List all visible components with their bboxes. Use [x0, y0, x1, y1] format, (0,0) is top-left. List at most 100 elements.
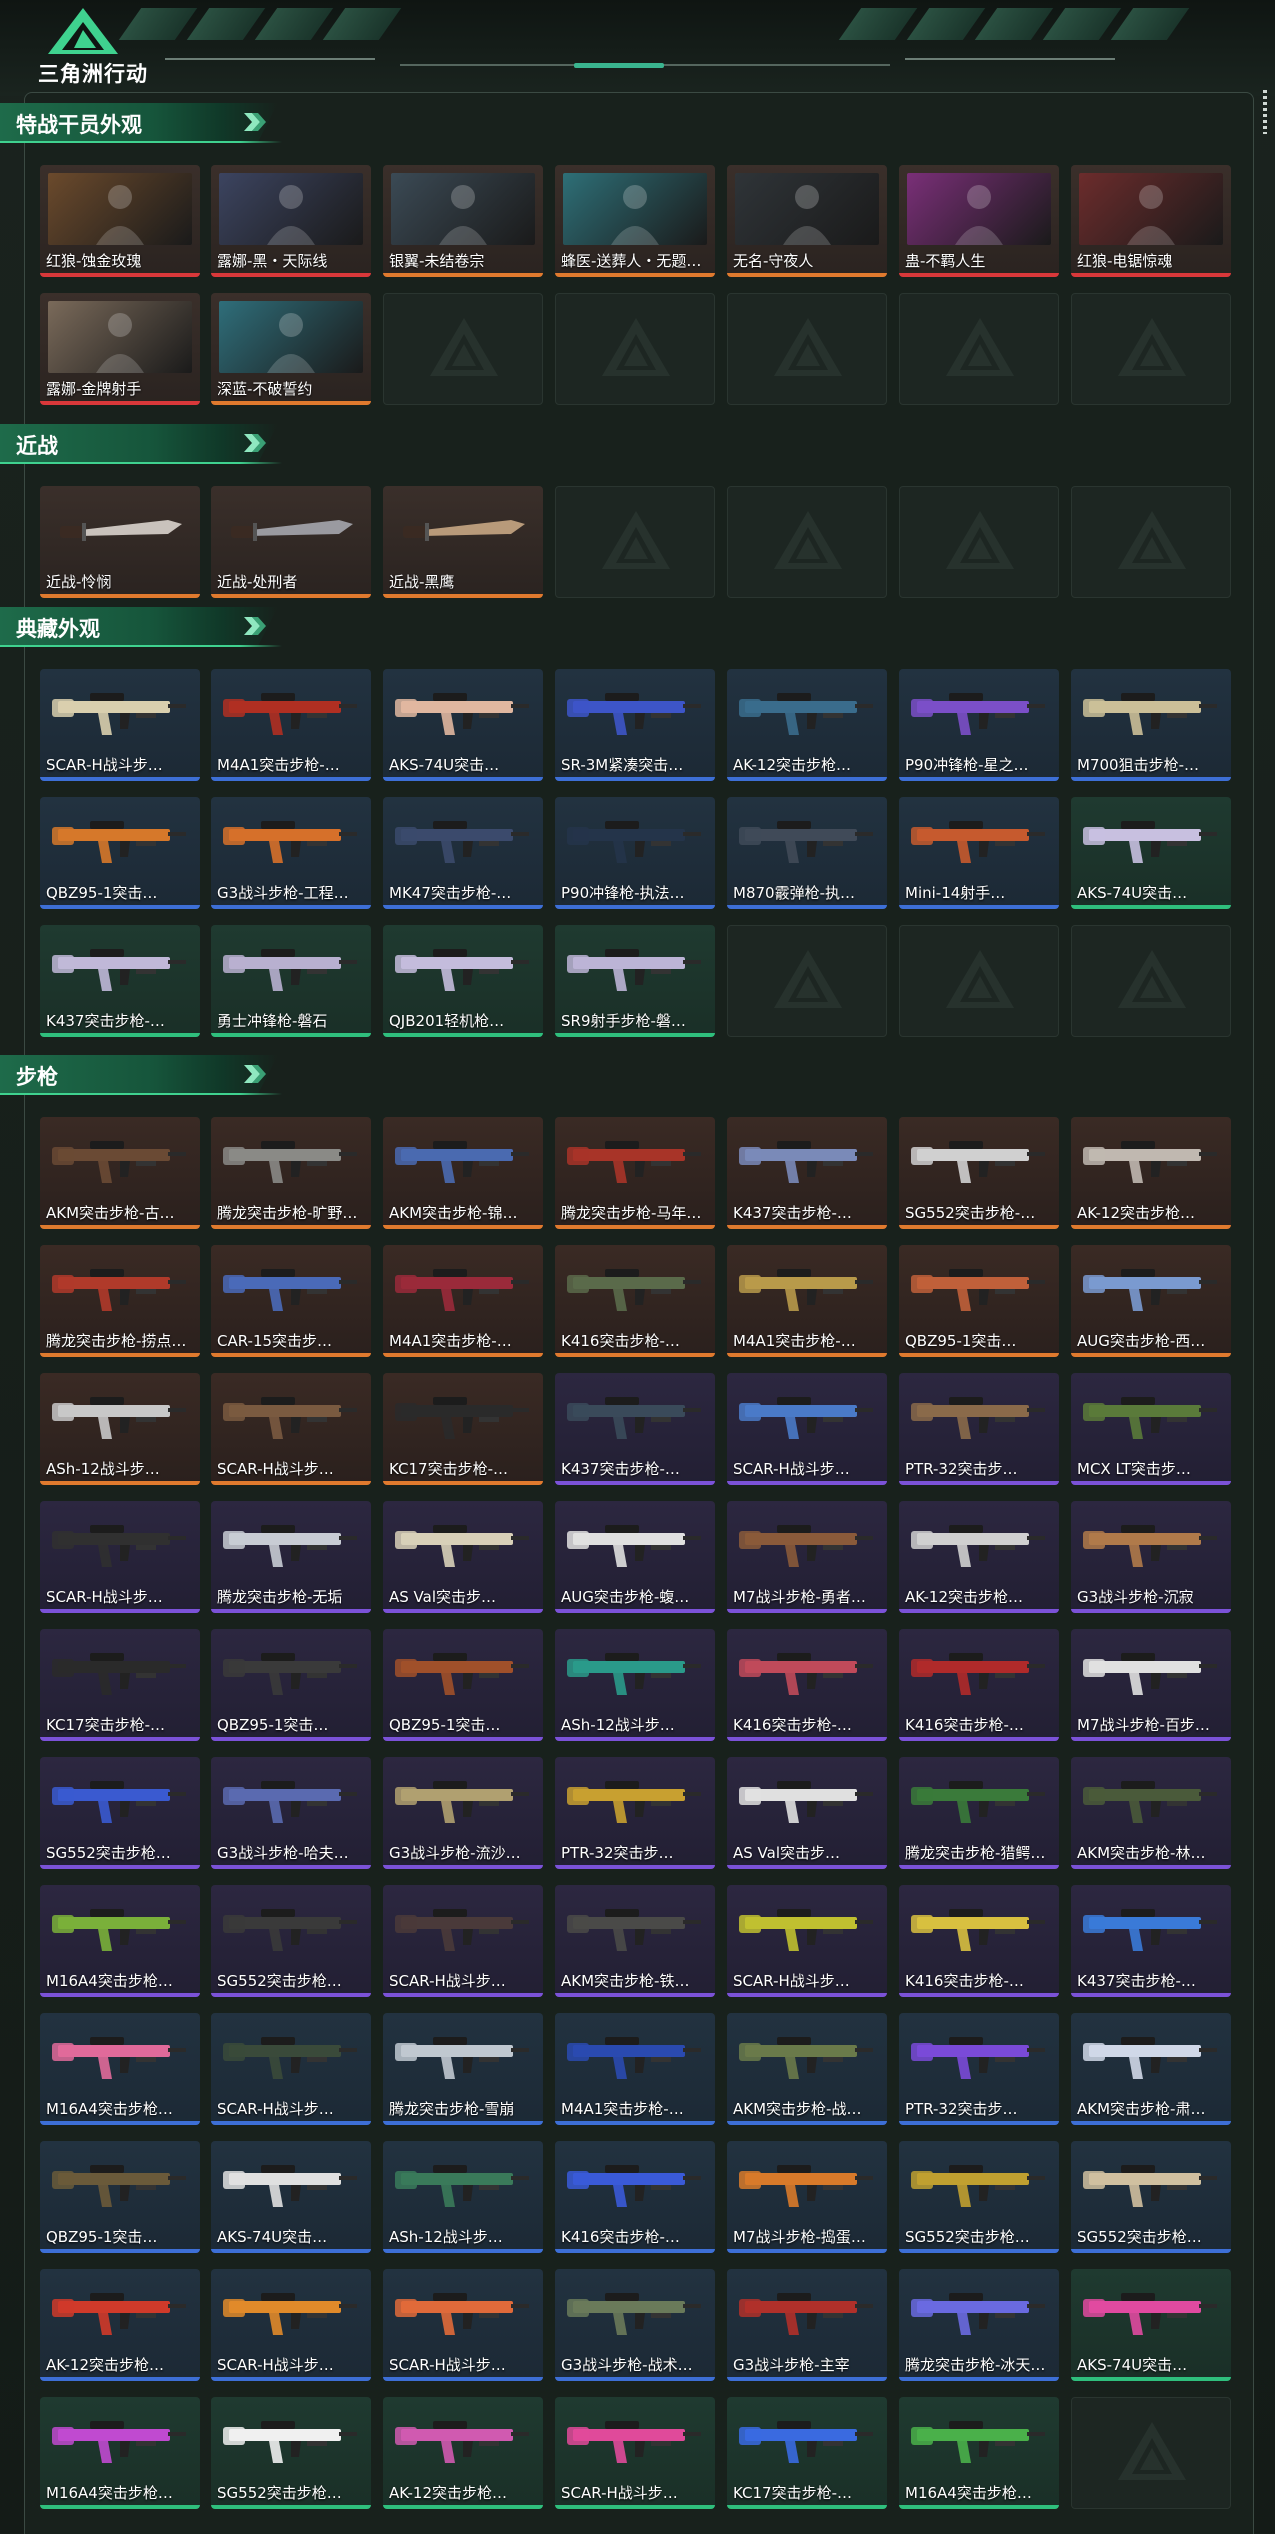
weapon-skin-card[interactable]: ASh-12战斗步…: [383, 2141, 543, 2253]
weapon-skin-card[interactable]: K437突击步枪-…: [555, 1373, 715, 1485]
weapon-skin-card[interactable]: AKS-74U突击…: [1071, 797, 1231, 909]
weapon-skin-card[interactable]: 腾龙突击步枪-雪崩: [383, 2013, 543, 2125]
weapon-skin-card[interactable]: SR-3M紧凑突击…: [555, 669, 715, 781]
weapon-skin-card[interactable]: K416突击步枪-…: [555, 2141, 715, 2253]
weapon-skin-card[interactable]: AKM突击步枪-古…: [40, 1117, 200, 1229]
weapon-skin-card[interactable]: K437突击步枪-…: [1071, 1885, 1231, 1997]
weapon-skin-card[interactable]: 腾龙突击步枪-捞点…: [40, 1245, 200, 1357]
weapon-skin-card[interactable]: 腾龙突击步枪-猎鳄…: [899, 1757, 1059, 1869]
weapon-skin-card[interactable]: K416突击步枪-…: [899, 1629, 1059, 1741]
weapon-skin-card[interactable]: ASh-12战斗步…: [555, 1629, 715, 1741]
agent-skin-card[interactable]: 红狼-电锯惊魂: [1071, 165, 1231, 277]
weapon-skin-card[interactable]: M7战斗步枪-捣蛋…: [727, 2141, 887, 2253]
weapon-skin-card[interactable]: AK-12突击步枪…: [899, 1501, 1059, 1613]
weapon-skin-card[interactable]: K416突击步枪-…: [555, 1245, 715, 1357]
weapon-skin-card[interactable]: M16A4突击步枪…: [40, 1885, 200, 1997]
weapon-skin-card[interactable]: SR9射手步枪-磐…: [555, 925, 715, 1037]
weapon-skin-card[interactable]: PTR-32突击步…: [899, 2013, 1059, 2125]
agent-skin-card[interactable]: 红狼-蚀金玫瑰: [40, 165, 200, 277]
weapon-skin-card[interactable]: SCAR-H战斗步…: [40, 669, 200, 781]
weapon-skin-card[interactable]: AKM突击步枪-铁…: [555, 1885, 715, 1997]
weapon-skin-card[interactable]: AK-12突击步枪…: [40, 2269, 200, 2381]
weapon-skin-card[interactable]: KC17突击步枪-…: [727, 2397, 887, 2509]
weapon-skin-card[interactable]: QBZ95-1突击…: [40, 797, 200, 909]
weapon-skin-card[interactable]: SG552突击步枪…: [899, 2141, 1059, 2253]
agent-skin-card[interactable]: 露娜-金牌射手: [40, 293, 200, 405]
agent-skin-card[interactable]: 蛊-不羁人生: [899, 165, 1059, 277]
weapon-skin-card[interactable]: AKM突击步枪-林…: [1071, 1757, 1231, 1869]
scrollbar-dots[interactable]: [1263, 90, 1267, 134]
weapon-skin-card[interactable]: AKM突击步枪-肃…: [1071, 2013, 1231, 2125]
weapon-skin-card[interactable]: M7战斗步枪-勇者…: [727, 1501, 887, 1613]
weapon-skin-card[interactable]: SCAR-H战斗步…: [555, 2397, 715, 2509]
weapon-skin-card[interactable]: G3战斗步枪-哈夫…: [211, 1757, 371, 1869]
weapon-skin-card[interactable]: SG552突击步枪…: [211, 2397, 371, 2509]
weapon-skin-card[interactable]: P90冲锋枪-执法…: [555, 797, 715, 909]
weapon-skin-card[interactable]: KC17突击步枪-…: [40, 1629, 200, 1741]
weapon-skin-card[interactable]: SG552突击步枪…: [1071, 2141, 1231, 2253]
weapon-skin-card[interactable]: SCAR-H战斗步…: [383, 1885, 543, 1997]
weapon-skin-card[interactable]: AK-12突击步枪…: [383, 2397, 543, 2509]
weapon-skin-card[interactable]: P90冲锋枪-星之…: [899, 669, 1059, 781]
weapon-skin-card[interactable]: SCAR-H战斗步…: [211, 2269, 371, 2381]
weapon-skin-card[interactable]: AK-12突击步枪…: [1071, 1117, 1231, 1229]
weapon-skin-card[interactable]: G3战斗步枪-战术…: [555, 2269, 715, 2381]
weapon-skin-card[interactable]: M16A4突击步枪…: [40, 2013, 200, 2125]
weapon-skin-card[interactable]: M16A4突击步枪…: [899, 2397, 1059, 2509]
weapon-skin-card[interactable]: 勇士冲锋枪-磐石: [211, 925, 371, 1037]
weapon-skin-card[interactable]: SCAR-H战斗步…: [727, 1373, 887, 1485]
weapon-skin-card[interactable]: K416突击步枪-…: [727, 1629, 887, 1741]
melee-skin-card[interactable]: 近战-黑鹰: [383, 486, 543, 598]
weapon-skin-card[interactable]: AKS-74U突击…: [211, 2141, 371, 2253]
weapon-skin-card[interactable]: SCAR-H战斗步…: [211, 1373, 371, 1485]
weapon-skin-card[interactable]: MCX LT突击步…: [1071, 1373, 1231, 1485]
weapon-skin-card[interactable]: AKS-74U突击…: [1071, 2269, 1231, 2381]
weapon-skin-card[interactable]: PTR-32突击步…: [555, 1757, 715, 1869]
weapon-skin-card[interactable]: KC17突击步枪-…: [383, 1373, 543, 1485]
weapon-skin-card[interactable]: AS Val突击步…: [727, 1757, 887, 1869]
weapon-skin-card[interactable]: M4A1突击步枪-…: [555, 2013, 715, 2125]
weapon-skin-card[interactable]: AUG突击步枪-西…: [1071, 1245, 1231, 1357]
weapon-skin-card[interactable]: K437突击步枪-…: [727, 1117, 887, 1229]
weapon-skin-card[interactable]: M4A1突击步枪-…: [727, 1245, 887, 1357]
weapon-skin-card[interactable]: QBZ95-1突击…: [40, 2141, 200, 2253]
weapon-skin-card[interactable]: K416突击步枪-…: [899, 1885, 1059, 1997]
melee-skin-card[interactable]: 近战-处刑者: [211, 486, 371, 598]
agent-skin-card[interactable]: 深蓝-不破誓约: [211, 293, 371, 405]
weapon-skin-card[interactable]: AUG突击步枪-蝮…: [555, 1501, 715, 1613]
weapon-skin-card[interactable]: AS Val突击步…: [383, 1501, 543, 1613]
weapon-skin-card[interactable]: K437突击步枪-…: [40, 925, 200, 1037]
agent-skin-card[interactable]: 银翼-未结卷宗: [383, 165, 543, 277]
weapon-skin-card[interactable]: G3战斗步枪-沉寂: [1071, 1501, 1231, 1613]
melee-skin-card[interactable]: 近战-怜悯: [40, 486, 200, 598]
weapon-skin-card[interactable]: M4A1突击步枪-…: [211, 669, 371, 781]
weapon-skin-card[interactable]: G3战斗步枪-主宰: [727, 2269, 887, 2381]
weapon-skin-card[interactable]: SCAR-H战斗步…: [40, 1501, 200, 1613]
weapon-skin-card[interactable]: QJB201轻机枪…: [383, 925, 543, 1037]
weapon-skin-card[interactable]: Mini-14射手…: [899, 797, 1059, 909]
weapon-skin-card[interactable]: M7战斗步枪-百步…: [1071, 1629, 1231, 1741]
weapon-skin-card[interactable]: CAR-15突击步…: [211, 1245, 371, 1357]
weapon-skin-card[interactable]: PTR-32突击步…: [899, 1373, 1059, 1485]
weapon-skin-card[interactable]: AKS-74U突击…: [383, 669, 543, 781]
weapon-skin-card[interactable]: AK-12突击步枪…: [727, 669, 887, 781]
weapon-skin-card[interactable]: QBZ95-1突击…: [899, 1245, 1059, 1357]
weapon-skin-card[interactable]: QBZ95-1突击…: [211, 1629, 371, 1741]
weapon-skin-card[interactable]: AKM突击步枪-战…: [727, 2013, 887, 2125]
agent-skin-card[interactable]: 露娜-黑・天际线: [211, 165, 371, 277]
weapon-skin-card[interactable]: SCAR-H战斗步…: [727, 1885, 887, 1997]
weapon-skin-card[interactable]: 腾龙突击步枪-旷野…: [211, 1117, 371, 1229]
weapon-skin-card[interactable]: ASh-12战斗步…: [40, 1373, 200, 1485]
weapon-skin-card[interactable]: SCAR-H战斗步…: [211, 2013, 371, 2125]
agent-skin-card[interactable]: 无名-守夜人: [727, 165, 887, 277]
weapon-skin-card[interactable]: QBZ95-1突击…: [383, 1629, 543, 1741]
weapon-skin-card[interactable]: SG552突击步枪…: [40, 1757, 200, 1869]
agent-skin-card[interactable]: 蜂医-送葬人・无题…: [555, 165, 715, 277]
weapon-skin-card[interactable]: G3战斗步枪-工程…: [211, 797, 371, 909]
weapon-skin-card[interactable]: SCAR-H战斗步…: [383, 2269, 543, 2381]
weapon-skin-card[interactable]: SG552突击步枪…: [211, 1885, 371, 1997]
weapon-skin-card[interactable]: M4A1突击步枪-…: [383, 1245, 543, 1357]
weapon-skin-card[interactable]: AKM突击步枪-锦…: [383, 1117, 543, 1229]
weapon-skin-card[interactable]: G3战斗步枪-流沙…: [383, 1757, 543, 1869]
weapon-skin-card[interactable]: M870霰弹枪-执…: [727, 797, 887, 909]
